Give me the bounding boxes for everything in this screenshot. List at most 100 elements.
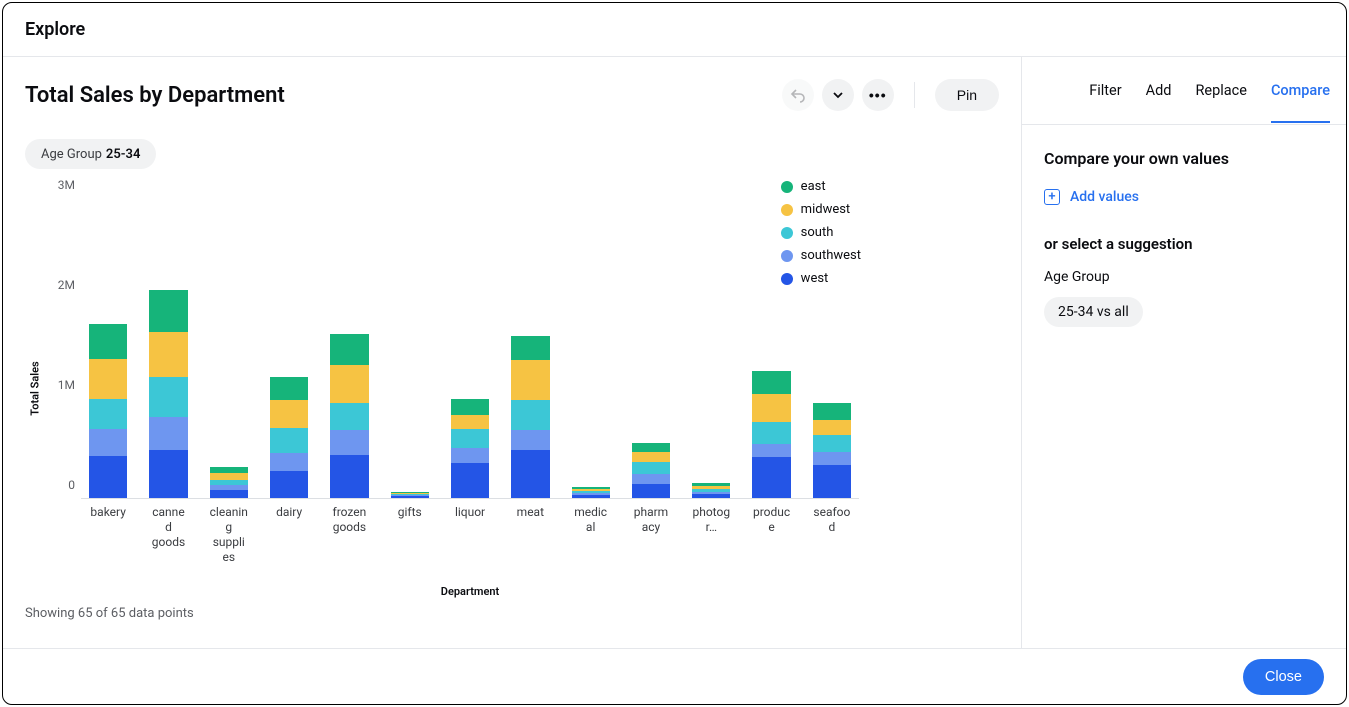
bar-segment-midwest xyxy=(149,332,187,377)
explore-dialog: Explore Total Sales by Department ••• xyxy=(2,2,1347,705)
bar[interactable] xyxy=(270,377,308,498)
tab-replace[interactable]: Replace xyxy=(1195,58,1246,123)
bar[interactable] xyxy=(391,492,429,498)
tab-compare[interactable]: Compare xyxy=(1271,58,1330,123)
side-body: Compare your own values + Add values or … xyxy=(1022,125,1346,351)
bar-segment-west xyxy=(692,494,730,498)
x-tick: gifts xyxy=(391,505,429,565)
bar-segment-south xyxy=(813,435,851,452)
datapoint-count: Showing 65 of 65 data points xyxy=(25,606,999,621)
x-axis-ticks: bakerycanned goodscleaning suppliesdairy… xyxy=(81,499,859,565)
bar[interactable] xyxy=(572,487,610,498)
plus-icon: + xyxy=(1044,189,1060,205)
bar-segment-midwest xyxy=(451,415,489,429)
bar-segment-south xyxy=(89,399,127,429)
legend-swatch xyxy=(781,204,793,216)
bar[interactable] xyxy=(813,403,851,498)
add-values-button[interactable]: + Add values xyxy=(1044,189,1139,205)
expand-button[interactable] xyxy=(822,79,854,111)
more-button[interactable]: ••• xyxy=(862,79,894,111)
bar-segment-southwest xyxy=(89,429,127,456)
bar-segment-midwest xyxy=(330,365,368,403)
bar-segment-southwest xyxy=(330,430,368,455)
dots-icon: ••• xyxy=(869,87,887,103)
main-panel: Total Sales by Department ••• xyxy=(3,57,1022,648)
legend-item[interactable]: east xyxy=(781,179,861,194)
side-tabs: Filter Add Replace Compare xyxy=(1022,57,1346,125)
bar-segment-south xyxy=(451,429,489,448)
legend-item[interactable]: southwest xyxy=(781,248,861,263)
bar-segment-south xyxy=(632,462,670,474)
legend-label: south xyxy=(801,225,834,240)
suggestion-pill[interactable]: 25-34 vs all xyxy=(1044,297,1143,327)
bar-segment-midwest xyxy=(89,359,127,399)
bar-segment-west xyxy=(149,450,187,498)
y-axis-label-text: Total Sales xyxy=(29,361,42,415)
bar-segment-west xyxy=(752,457,790,498)
compare-heading: Compare your own values xyxy=(1044,149,1324,168)
filter-chip-value: 25-34 xyxy=(106,147,140,162)
bar-segment-south xyxy=(330,403,368,430)
legend-item[interactable]: midwest xyxy=(781,202,861,217)
bar-segment-midwest xyxy=(813,420,851,435)
legend-item[interactable]: south xyxy=(781,225,861,240)
bar-segment-west xyxy=(210,490,248,498)
bar[interactable] xyxy=(89,324,127,498)
bar-segment-east xyxy=(451,399,489,415)
bar[interactable] xyxy=(210,467,248,498)
tab-add[interactable]: Add xyxy=(1146,58,1172,123)
bar[interactable] xyxy=(692,483,730,498)
main-actions: ••• Pin xyxy=(782,79,999,111)
chart: Total Sales east midwest south southwest wes… xyxy=(25,179,999,598)
dialog-footer: Close xyxy=(3,648,1346,704)
dialog-title: Explore xyxy=(3,3,1346,57)
close-button[interactable]: Close xyxy=(1243,659,1324,695)
bar-segment-west xyxy=(511,450,549,498)
bar-segment-west xyxy=(572,495,610,498)
or-select-heading: or select a suggestion xyxy=(1044,235,1324,253)
bar-segment-southwest xyxy=(632,474,670,484)
suggestion-group-label: Age Group xyxy=(1044,269,1324,285)
bar-segment-west xyxy=(632,484,670,498)
plot-wrap: eastmidwestsouthsouthwestwest 01M2M3M ba… xyxy=(45,179,999,598)
x-tick: pharmacy xyxy=(632,505,670,565)
legend-item[interactable]: west xyxy=(781,271,861,286)
chart-title: Total Sales by Department xyxy=(25,83,285,108)
bar[interactable] xyxy=(330,334,368,498)
pin-button[interactable]: Pin xyxy=(935,79,999,111)
bar-segment-south xyxy=(511,400,549,430)
bar-segment-west xyxy=(813,465,851,498)
legend-swatch xyxy=(781,250,793,262)
add-values-label: Add values xyxy=(1070,189,1139,205)
filter-chip-label: Age Group xyxy=(41,147,102,162)
legend-label: southwest xyxy=(801,248,861,263)
bar-segment-east xyxy=(813,403,851,420)
bar[interactable] xyxy=(632,443,670,498)
plot-area: eastmidwestsouthsouthwestwest 01M2M3M xyxy=(81,179,859,499)
x-tick: photogr… xyxy=(692,505,730,565)
bar[interactable] xyxy=(451,399,489,498)
undo-button[interactable] xyxy=(782,79,814,111)
x-tick: produce xyxy=(752,505,790,565)
legend: east midwest south southwest west xyxy=(781,179,861,286)
bar-segment-west xyxy=(270,471,308,498)
bars xyxy=(81,179,859,499)
y-tick: 1M xyxy=(45,378,75,392)
y-tick: 3M xyxy=(45,178,75,192)
x-tick: liquor xyxy=(451,505,489,565)
bar-segment-east xyxy=(89,324,127,359)
bar[interactable] xyxy=(511,336,549,498)
x-tick: meat xyxy=(511,505,549,565)
tab-filter[interactable]: Filter xyxy=(1089,58,1121,123)
bar-segment-south xyxy=(149,377,187,417)
side-panel: Filter Add Replace Compare Compare your … xyxy=(1022,57,1346,648)
x-tick: canned goods xyxy=(149,505,187,565)
active-filter-chip[interactable]: Age Group 25-34 xyxy=(25,139,156,169)
undo-icon xyxy=(790,87,806,103)
bar[interactable] xyxy=(752,371,790,498)
bar-segment-east xyxy=(752,371,790,394)
main-header: Total Sales by Department ••• xyxy=(25,79,999,111)
bar[interactable] xyxy=(149,290,187,498)
bar-segment-southwest xyxy=(813,452,851,465)
bar-segment-southwest xyxy=(451,448,489,463)
